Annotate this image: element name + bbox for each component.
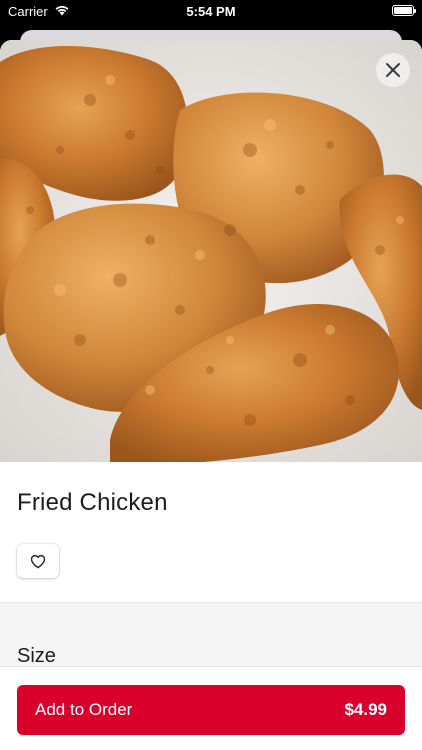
product-image	[0, 40, 422, 462]
screen: Carrier 5:54 PM Fried Chicken Size Add t…	[0, 0, 422, 750]
status-time: 5:54 PM	[186, 4, 236, 19]
close-button[interactable]	[376, 53, 410, 87]
product-sheet: Fried Chicken Size Add to Order $4.99	[0, 40, 422, 750]
fried-chicken-illustration	[0, 40, 422, 462]
size-section-title: Size	[17, 645, 56, 667]
add-to-order-label: Add to Order	[35, 700, 133, 719]
favorite-button[interactable]	[17, 544, 59, 578]
close-icon	[386, 63, 400, 77]
order-price: $4.99	[344, 700, 387, 719]
heart-outline-icon	[30, 554, 46, 568]
battery-icon	[392, 5, 416, 16]
bottom-action-bar: Add to Order $4.99	[0, 666, 422, 750]
status-bar: Carrier 5:54 PM	[0, 0, 422, 24]
add-to-order-button[interactable]: Add to Order $4.99	[17, 685, 405, 735]
product-title: Fried Chicken	[17, 489, 168, 516]
section-divider	[0, 602, 422, 669]
